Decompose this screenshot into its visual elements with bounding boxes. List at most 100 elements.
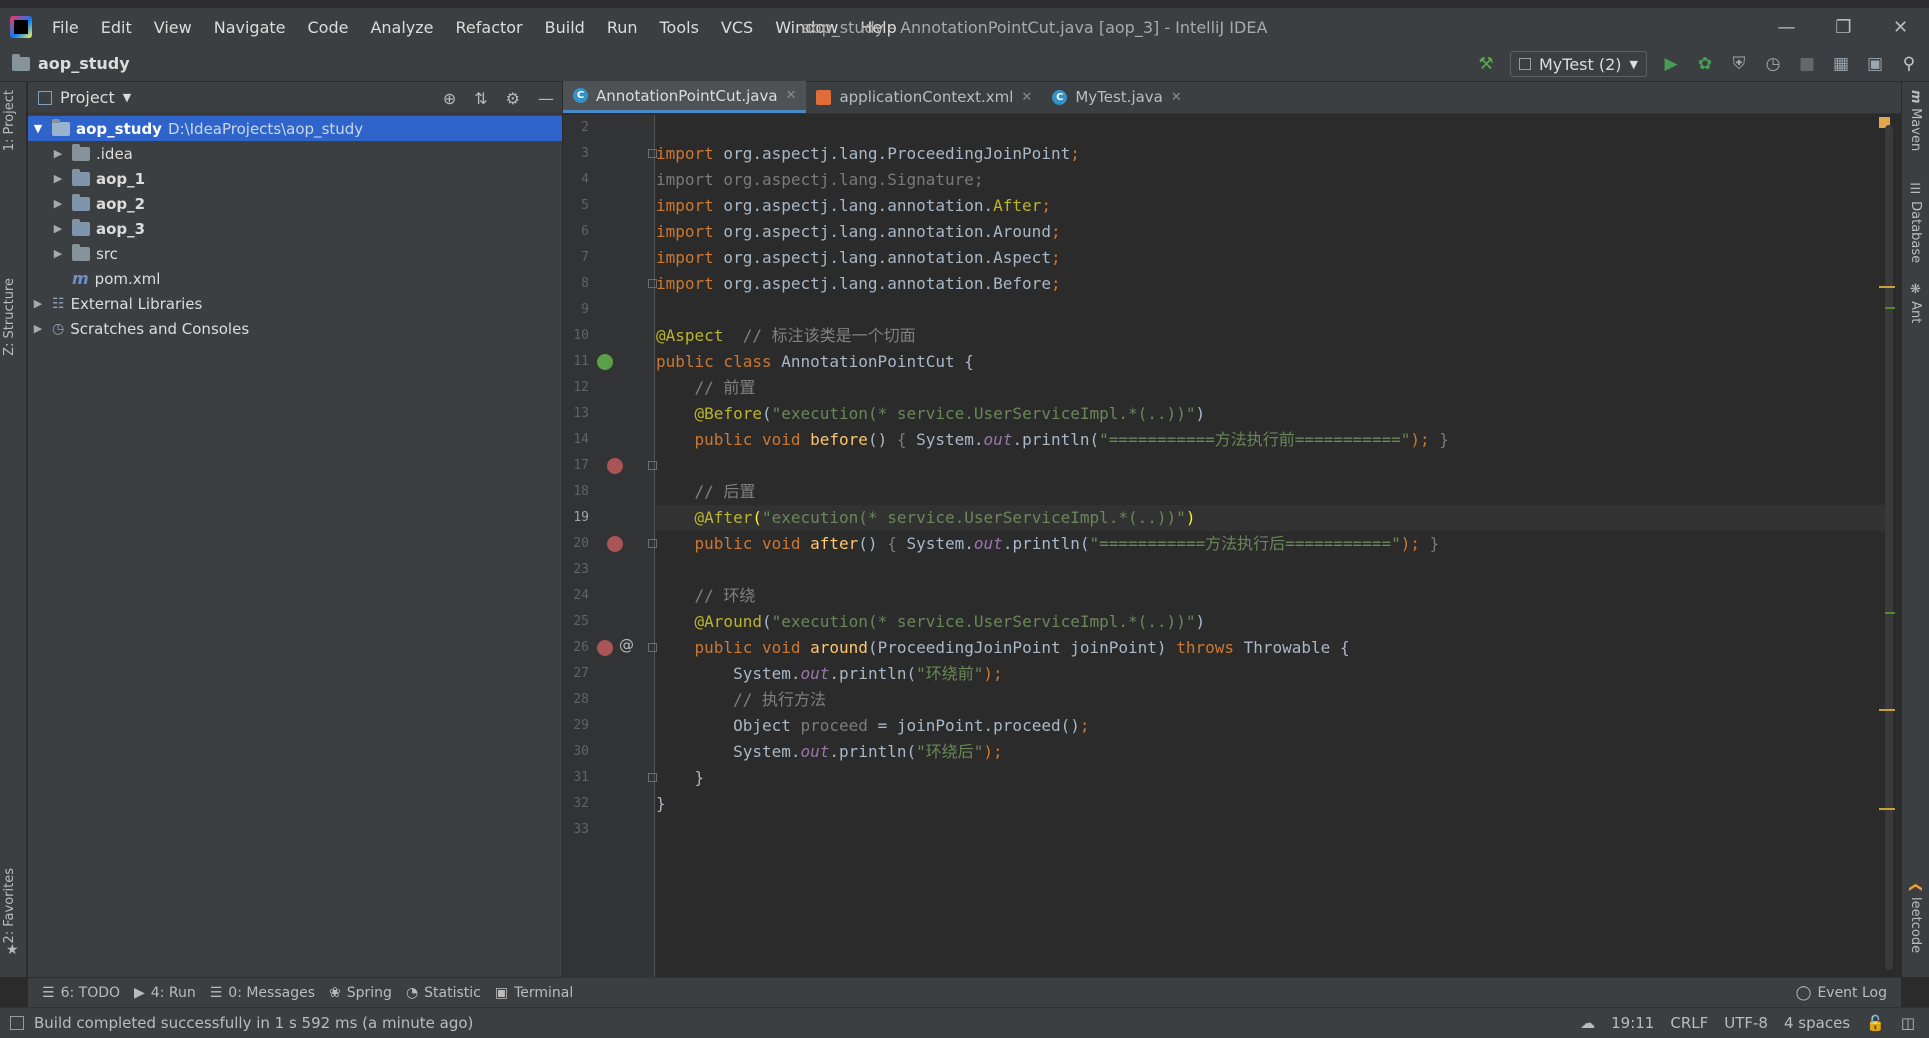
close-icon[interactable]: ✕: [1171, 90, 1182, 105]
tree-item-external-libraries[interactable]: ▶ ☷ External Libraries: [28, 291, 562, 316]
statistic-tool-button[interactable]: ◔ Statistic: [406, 985, 481, 1001]
tree-item-aop-2[interactable]: ▶ aop_2: [28, 191, 562, 216]
warning-marker[interactable]: [1879, 808, 1895, 810]
menu-build[interactable]: Build: [545, 18, 585, 37]
advice-method-icon[interactable]: [597, 640, 613, 656]
chevron-down-icon: ▼: [122, 91, 132, 104]
editor-scrollbar[interactable]: [1863, 115, 1901, 977]
profile-icon[interactable]: ◷: [1763, 54, 1783, 74]
expand-arrow-icon[interactable]: ▶: [50, 172, 66, 185]
tree-item-aop-study[interactable]: ▼ aop_study D:\IdeaProjects\aop_study: [28, 116, 562, 141]
close-icon[interactable]: ✕: [786, 88, 797, 103]
menu-code[interactable]: Code: [308, 18, 349, 37]
close-icon[interactable]: ✕: [1021, 90, 1032, 105]
tab-application-context[interactable]: applicationContext.xml ✕: [806, 81, 1042, 113]
tab-annotation-pointcut[interactable]: C AnnotationPointCut.java ✕: [563, 81, 807, 113]
services-icon[interactable]: ☁: [1580, 1014, 1595, 1032]
menu-refactor[interactable]: Refactor: [456, 18, 523, 37]
expand-arrow-icon[interactable]: ▶: [50, 247, 66, 260]
spring-tool-button[interactable]: ❀ Spring: [329, 985, 392, 1001]
tree-item-label: aop_2: [96, 194, 146, 213]
structure-tool-tab[interactable]: Z: Structure: [2, 278, 17, 356]
menu-tools[interactable]: Tools: [660, 18, 699, 37]
spring-bean-icon[interactable]: [597, 354, 613, 370]
status-message[interactable]: Build completed successfully in 1 s 592 …: [10, 1014, 473, 1032]
tree-item-idea[interactable]: ▶ .idea: [28, 141, 562, 166]
messages-tool-button[interactable]: ☰ 0: Messages: [210, 985, 315, 1001]
expand-arrow-icon[interactable]: ▶: [50, 147, 66, 160]
collapse-all-icon[interactable]: ⇅: [474, 89, 487, 108]
at-sign-icon[interactable]: @: [619, 636, 634, 654]
debug-icon[interactable]: ✿: [1695, 54, 1715, 74]
change-marker[interactable]: [1885, 307, 1895, 309]
minimize-icon[interactable]: —: [1758, 8, 1815, 46]
presentation-icon[interactable]: ▣: [1865, 54, 1885, 74]
expand-arrow-icon[interactable]: ▶: [30, 297, 46, 310]
editor-gutter[interactable]: 2 3 4 5 6 7 8 9 10 11 12 13 14 17 18 19 …: [563, 115, 657, 977]
warning-marker[interactable]: [1879, 709, 1895, 711]
menu-run[interactable]: Run: [607, 18, 638, 37]
code-area[interactable]: import org.aspectj.lang.ProceedingJoinPo…: [656, 115, 1893, 977]
menu-edit[interactable]: Edit: [101, 18, 132, 37]
status-text: Build completed successfully in 1 s 592 …: [34, 1014, 474, 1032]
breadcrumb-project[interactable]: aop_study: [38, 54, 130, 73]
expand-arrow-icon[interactable]: ▶: [50, 222, 66, 235]
run-config-selector[interactable]: MyTest (2) ▼: [1510, 51, 1647, 77]
expand-arrow-icon[interactable]: ▼: [30, 122, 46, 135]
menu-vcs[interactable]: VCS: [721, 18, 753, 37]
project-view-icon: [38, 90, 52, 105]
run-tool-button[interactable]: ▶ 4: Run: [134, 985, 196, 1001]
advice-method-icon[interactable]: [607, 536, 623, 552]
expand-arrow-icon[interactable]: ▶: [30, 322, 46, 335]
run-icon[interactable]: ▶: [1661, 54, 1681, 74]
menu-navigate[interactable]: Navigate: [214, 18, 286, 37]
advice-method-icon[interactable]: [607, 458, 623, 474]
project-view-selector[interactable]: Project ▼: [38, 88, 131, 107]
tree-item-aop-3[interactable]: ▶ aop_3: [28, 216, 562, 241]
line-number: 9: [581, 302, 589, 317]
toggle-tool-windows-icon[interactable]: [10, 1016, 24, 1030]
maven-tool-tab[interactable]: m Maven: [1908, 90, 1923, 151]
file-encoding[interactable]: UTF-8: [1724, 1014, 1768, 1032]
lock-icon[interactable]: 🔓: [1866, 1014, 1885, 1032]
project-structure-icon[interactable]: ▦: [1831, 54, 1851, 74]
tree-item-src[interactable]: ▶ src: [28, 241, 562, 266]
restore-icon[interactable]: ❐: [1815, 8, 1872, 46]
database-tool-tab[interactable]: ☰ Database: [1908, 182, 1923, 263]
tab-mytest[interactable]: C MyTest.java ✕: [1042, 81, 1191, 113]
menu-view[interactable]: View: [154, 18, 192, 37]
expand-arrow-icon[interactable]: ▶: [50, 197, 66, 210]
scroll-thumb[interactable]: [1885, 125, 1893, 970]
tree-item-label: External Libraries: [70, 294, 203, 313]
statistic-icon: ◔: [405, 984, 419, 1001]
menu-analyze[interactable]: Analyze: [370, 18, 433, 37]
change-marker[interactable]: [1885, 612, 1895, 614]
caret-position[interactable]: 19:11: [1611, 1014, 1654, 1032]
build-hammer-icon[interactable]: ⚒: [1476, 54, 1496, 74]
tree-item-scratches[interactable]: ▶ ◷ Scratches and Consoles: [28, 316, 562, 341]
event-log-button[interactable]: ◯ Event Log: [1796, 985, 1887, 1001]
tree-item-aop-1[interactable]: ▶ aop_1: [28, 166, 562, 191]
close-window-icon[interactable]: ✕: [1872, 8, 1929, 46]
memory-indicator-icon[interactable]: ◫: [1901, 1014, 1915, 1032]
leetcode-tool-tab[interactable]: ❮ leetcode: [1908, 882, 1923, 953]
spring-leaf-icon: ❀: [329, 984, 341, 1001]
line-separator[interactable]: CRLF: [1670, 1014, 1708, 1032]
gear-icon[interactable]: ⚙: [506, 89, 520, 108]
tree-item-pom[interactable]: m pom.xml: [28, 266, 562, 291]
favorites-tool-tab[interactable]: 2: Favorites: [2, 868, 17, 944]
breadcrumb[interactable]: aop_study: [12, 53, 130, 73]
coverage-icon[interactable]: ⛨: [1729, 54, 1749, 74]
warning-marker[interactable]: [1879, 286, 1895, 288]
project-tool-tab[interactable]: 1: Project: [2, 90, 17, 151]
leetcode-icon: ❮: [1908, 882, 1923, 898]
indent-setting[interactable]: 4 spaces: [1784, 1014, 1850, 1032]
todo-tool-button[interactable]: ☰ 6: TODO: [42, 985, 120, 1001]
terminal-tool-button[interactable]: ▣ Terminal: [495, 985, 573, 1001]
hide-panel-icon[interactable]: —: [538, 89, 554, 108]
menu-file[interactable]: File: [52, 18, 79, 37]
ant-tool-tab[interactable]: ❋ Ant: [1908, 282, 1923, 323]
search-icon[interactable]: ⚲: [1899, 54, 1919, 74]
locate-icon[interactable]: ⊕: [443, 89, 456, 108]
stop-icon[interactable]: ■: [1797, 54, 1817, 74]
